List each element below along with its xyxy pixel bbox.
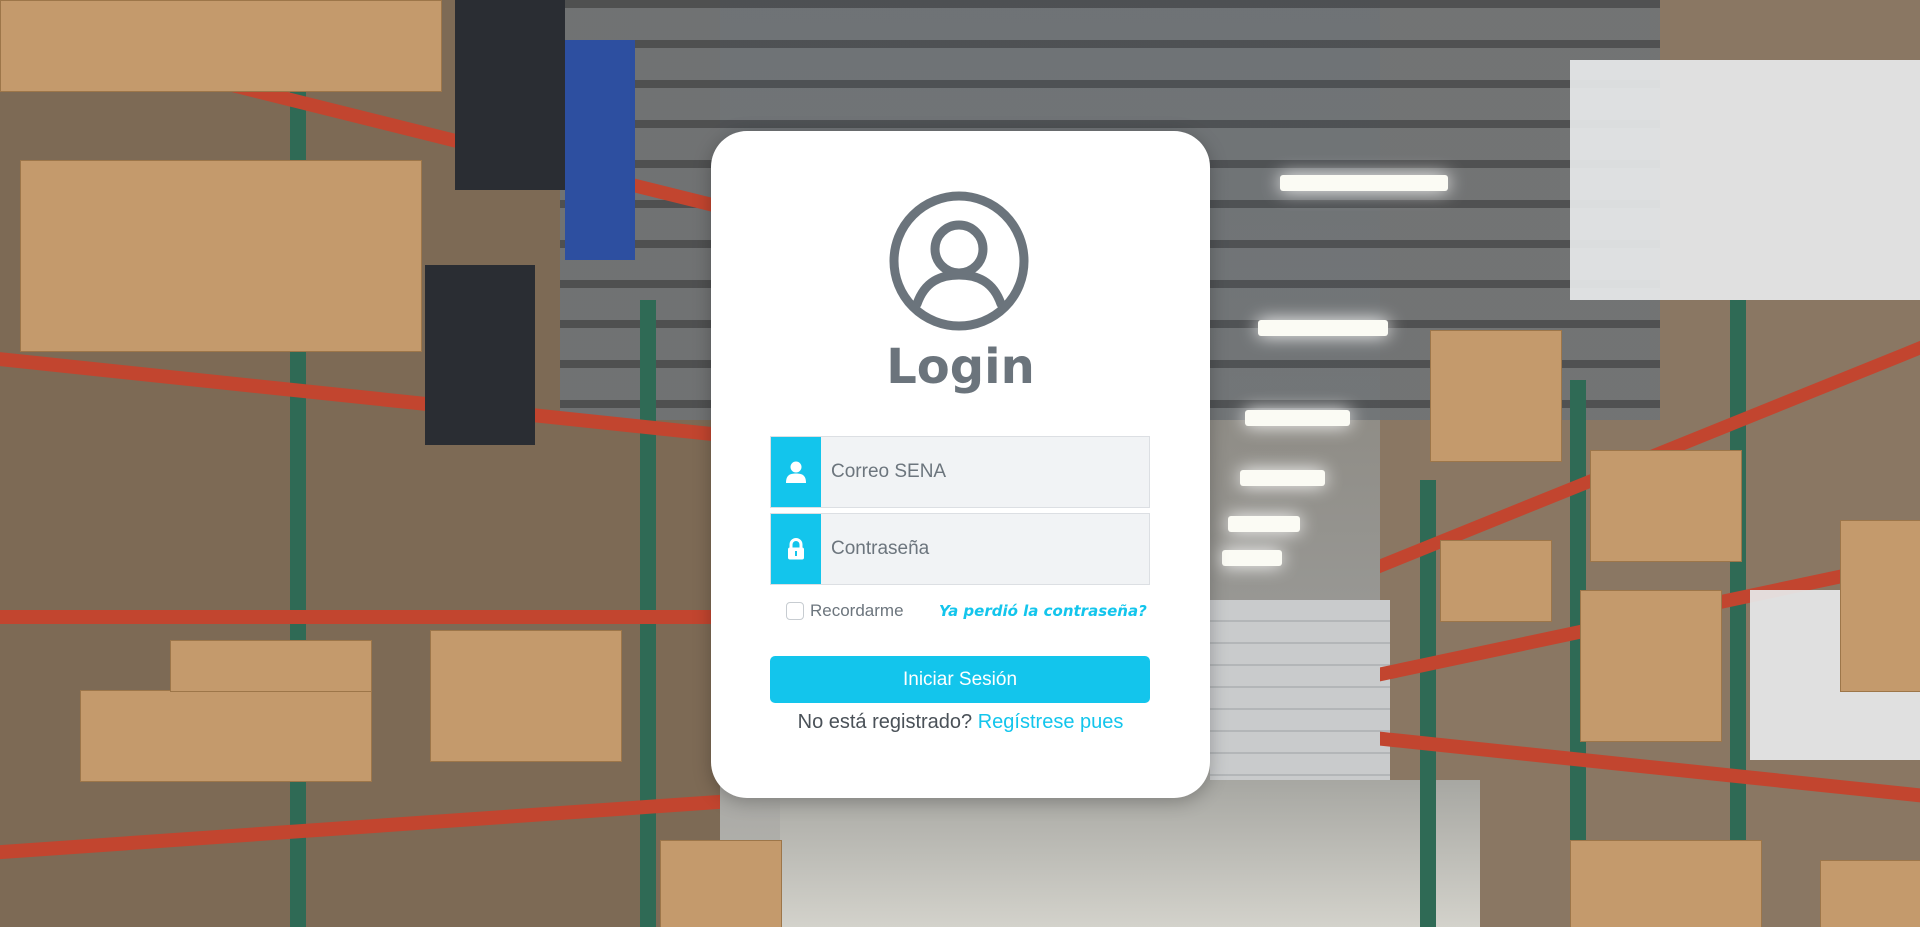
login-button[interactable]: Iniciar Sesión <box>770 656 1150 703</box>
password-field <box>770 513 1150 585</box>
cardboard-box <box>660 840 782 927</box>
forgot-password-link[interactable]: Ya perdió la contraseña? <box>939 601 1147 621</box>
ceiling-light <box>1245 410 1350 426</box>
rack-post <box>1730 300 1746 927</box>
plastic-crate <box>565 40 635 260</box>
plastic-crate <box>455 0 565 190</box>
cardboard-box <box>1570 840 1762 927</box>
warehouse-door <box>1210 600 1390 790</box>
remember-label: Recordarme <box>810 601 904 620</box>
ceiling-light <box>1280 175 1448 191</box>
login-card: Login Recordarme Ya perdió la contraseña… <box>711 131 1210 798</box>
cardboard-box <box>1820 860 1920 927</box>
ceiling-light <box>1240 470 1325 486</box>
email-input[interactable] <box>821 437 1149 507</box>
cardboard-box <box>1430 330 1562 462</box>
user-icon <box>771 437 821 507</box>
cardboard-box <box>20 160 422 352</box>
remember-checkbox[interactable] <box>786 602 804 620</box>
cardboard-box <box>1580 590 1722 742</box>
login-title: Login <box>886 339 1035 395</box>
plastic-crate <box>425 265 535 445</box>
register-prompt: No está registrado? Regístrese pues <box>711 711 1210 734</box>
cardboard-box <box>430 630 622 762</box>
ceiling-light <box>1222 550 1282 566</box>
register-link[interactable]: Regístrese pues <box>978 711 1124 733</box>
rack-beam <box>0 610 720 624</box>
cardboard-box <box>1840 520 1920 692</box>
user-circle-icon <box>889 191 1029 331</box>
wrapped-pallet <box>1570 60 1920 300</box>
ceiling-light <box>1258 320 1388 336</box>
register-prompt-text: No está registrado? <box>797 711 973 733</box>
remember-me[interactable]: Recordarme <box>786 601 904 621</box>
email-field <box>770 436 1150 508</box>
cardboard-box <box>0 0 442 92</box>
cardboard-box <box>1440 540 1552 622</box>
cardboard-box <box>80 690 372 782</box>
lock-icon <box>771 514 821 584</box>
cardboard-box <box>1590 450 1742 562</box>
password-input[interactable] <box>821 514 1149 584</box>
ceiling-light <box>1228 516 1300 532</box>
warehouse-floor <box>780 780 1480 927</box>
cardboard-box <box>170 640 372 692</box>
